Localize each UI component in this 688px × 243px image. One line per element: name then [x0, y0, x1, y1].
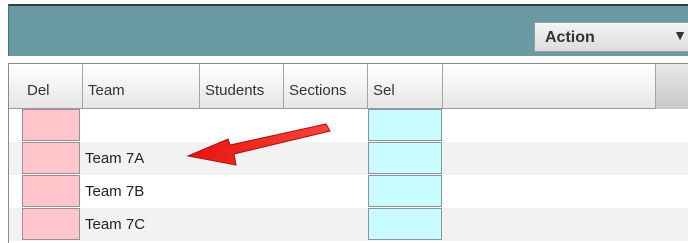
- column-header-del[interactable]: Del: [22, 64, 83, 109]
- scrollbar-corner: [655, 64, 688, 109]
- team-name: Team 7C: [85, 216, 146, 233]
- sel-cell[interactable]: [368, 208, 442, 240]
- caret-down-icon: ▼: [673, 27, 687, 43]
- team-name: Team 7A: [85, 150, 145, 167]
- table-row[interactable]: Team 7A: [9, 142, 688, 175]
- sel-cell[interactable]: [368, 175, 442, 207]
- table-header: Del Team Students Sections Sel: [9, 64, 688, 109]
- action-dropdown[interactable]: Action ▼: [534, 22, 688, 52]
- column-header-team[interactable]: Team: [83, 64, 200, 109]
- teams-table: Del Team Students Sections Sel Team 7A T…: [8, 63, 688, 243]
- del-cell[interactable]: [22, 109, 80, 141]
- column-header-sections[interactable]: Sections: [284, 64, 368, 109]
- column-header-students[interactable]: Students: [200, 64, 284, 109]
- del-cell[interactable]: [22, 175, 80, 207]
- toolbar: Action ▼: [8, 4, 688, 56]
- sel-cell[interactable]: [368, 109, 442, 141]
- team-name: [83, 109, 203, 141]
- table-row[interactable]: Team 7C: [9, 208, 688, 241]
- table-row[interactable]: Team 7B: [9, 175, 688, 208]
- del-cell[interactable]: [22, 142, 80, 174]
- del-cell[interactable]: [22, 208, 80, 240]
- team-name: Team 7B: [85, 183, 145, 200]
- column-header-empty: [443, 64, 655, 109]
- table-row[interactable]: [9, 109, 688, 142]
- action-dropdown-label: Action: [545, 29, 595, 46]
- column-header-sel[interactable]: Sel: [368, 64, 443, 109]
- sel-cell[interactable]: [368, 142, 442, 174]
